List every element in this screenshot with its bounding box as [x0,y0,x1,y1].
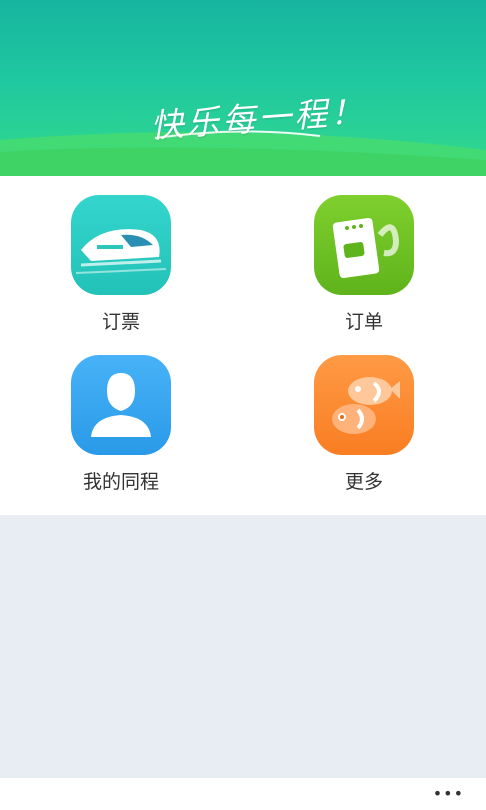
menu-item-label: 订单 [344,311,383,333]
header-banner: 快乐每一程！ [0,0,486,176]
menu-item-my-account[interactable]: 我的同程 [61,355,181,494]
more-options-button[interactable]: ••• [433,786,464,802]
menu-item-book-ticket[interactable]: 订票 [61,195,181,334]
ticket-icon [314,195,414,295]
menu-item-label: 我的同程 [82,471,159,493]
banner-wave-graphic [0,130,486,176]
train-icon [71,195,171,295]
menu-item-orders[interactable]: 订单 [304,195,424,334]
user-icon [71,355,171,455]
menu-item-label: 更多 [344,471,383,493]
fish-icon [314,355,414,455]
bottom-bar: ••• [0,778,486,810]
menu-item-more[interactable]: 更多 [304,355,424,494]
menu-item-label: 订票 [101,311,140,333]
